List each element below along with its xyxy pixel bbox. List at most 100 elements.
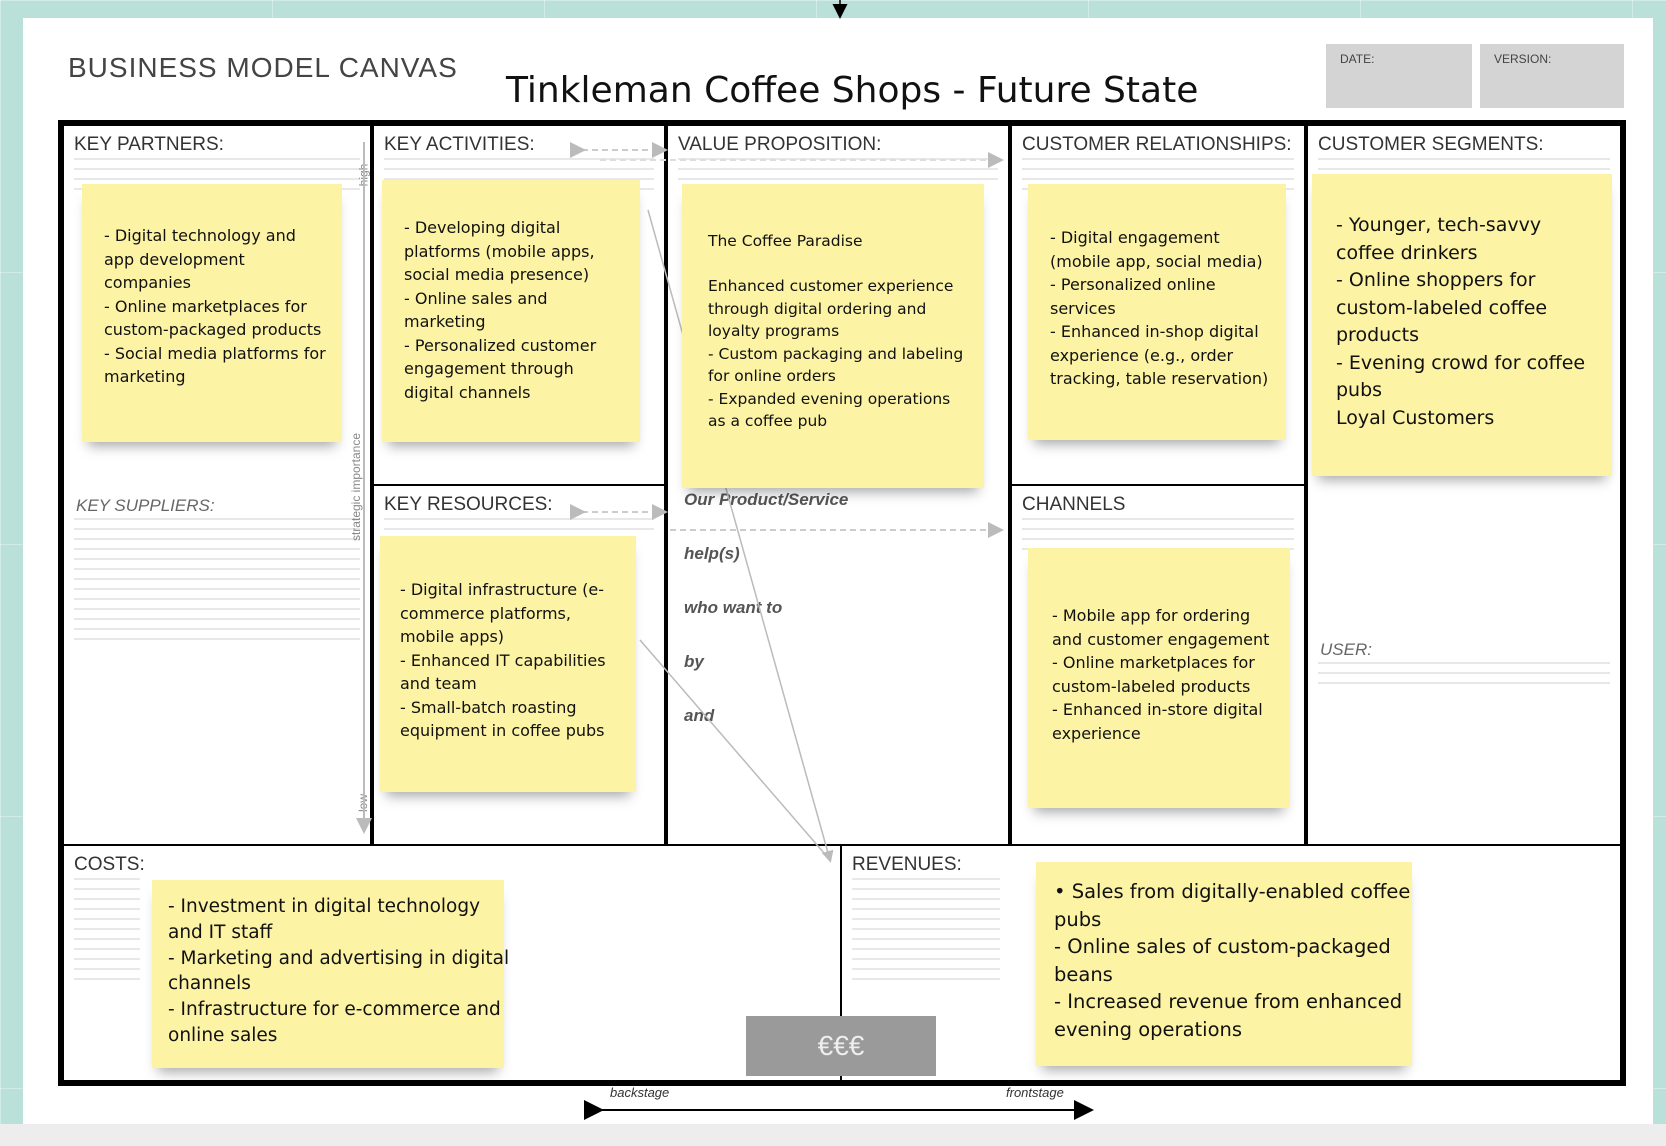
note-line: marketing xyxy=(404,312,486,331)
note-line: engagement through xyxy=(404,359,574,378)
note-line: products xyxy=(1336,324,1419,346)
note-line: digital channels xyxy=(404,382,531,402)
vp-who-want-to: who want to xyxy=(684,598,783,617)
customer-segments-title: CUSTOMER SEGMENTS: xyxy=(1318,134,1544,155)
note-line: - Online marketplaces for xyxy=(104,296,307,316)
frontstage-label: frontstage xyxy=(1006,1085,1064,1100)
importance-high-label: high xyxy=(356,163,371,187)
note-line: - Evening crowd for coffee xyxy=(1336,351,1586,374)
note-line: - Online marketplaces for xyxy=(1052,653,1255,672)
backstage-label: backstage xyxy=(610,1085,670,1100)
sticky-note-customer-segments[interactable]: - Younger, tech-savvy coffee drinkers - … xyxy=(1312,174,1612,476)
note-line: coffee drinkers xyxy=(1336,241,1478,264)
note-line xyxy=(708,253,970,276)
note-line: - Online sales of custom-packaged xyxy=(1054,935,1391,958)
note-line: platforms (mobile apps, xyxy=(404,241,595,261)
note-line: online sales xyxy=(168,1024,278,1046)
key-partners-title: KEY PARTNERS: xyxy=(74,134,224,155)
note-line: Enhanced customer experience xyxy=(708,277,954,295)
note-line: - Digital technology and xyxy=(104,226,296,245)
note-line: - Investment in digital technology xyxy=(168,896,481,917)
note-line: experience (e.g., order xyxy=(1050,345,1234,365)
note-line: pubs xyxy=(1054,907,1102,931)
date-box[interactable]: DATE: xyxy=(1326,44,1472,108)
note-line: - Infrastructure for e-commerce and xyxy=(168,999,501,1021)
canvas-label: BUSINESS MODEL CANVAS xyxy=(68,52,458,83)
note-line: - Online sales and xyxy=(404,288,548,308)
sticky-note-key-resources[interactable]: - Digital infrastructure (e- commerce pl… xyxy=(380,536,636,792)
note-line: pubs xyxy=(1336,379,1383,401)
note-line: commerce platforms, xyxy=(400,603,571,623)
key-activities-title: KEY ACTIVITIES: xyxy=(384,134,535,155)
note-line: channels xyxy=(168,973,251,995)
note-line: custom-packaged products xyxy=(104,320,322,339)
note-line: - Custom packaging and labeling xyxy=(708,344,964,363)
note-line: marketing xyxy=(104,367,186,386)
note-line: and team xyxy=(400,674,477,693)
note-line: Loyal Customers xyxy=(1336,406,1495,429)
note-line: - Small-batch roasting xyxy=(400,697,577,717)
key-resources-hint xyxy=(384,518,654,538)
sticky-note-costs[interactable]: - Investment in digital technology and I… xyxy=(152,880,510,1068)
user-title: USER: xyxy=(1320,640,1372,659)
importance-axis-label: strategic importance xyxy=(349,432,364,542)
note-line: services xyxy=(1050,298,1116,318)
key-suppliers-title: KEY SUPPLIERS: xyxy=(76,496,215,515)
sticky-note-customer-relationships[interactable]: - Digital engagement (mobile app, social… xyxy=(1028,184,1286,440)
note-line: and customer engagement xyxy=(1052,629,1270,649)
note-line: app development xyxy=(104,249,245,269)
note-line: for online orders xyxy=(708,367,836,385)
key-suppliers-hint xyxy=(74,518,360,648)
vp-helps: help(s) xyxy=(684,544,740,563)
costs-hint xyxy=(74,878,140,988)
note-line: - Marketing and advertising in digital xyxy=(168,947,510,969)
user-hint xyxy=(1318,662,1610,692)
sticky-note-revenues[interactable]: • Sales from digitally-enabled coffee pu… xyxy=(1036,862,1412,1066)
note-line: - Expanded evening operations xyxy=(708,389,951,408)
bottom-strip xyxy=(0,1124,1666,1146)
note-line: - Mobile app for ordering xyxy=(1052,606,1251,625)
note-line: - Enhanced IT capabilities xyxy=(400,650,606,670)
note-line: experience xyxy=(1052,723,1141,743)
date-label: DATE: xyxy=(1340,52,1375,66)
sticky-note-value-proposition[interactable]: The Coffee Paradise Enhanced customer ex… xyxy=(682,184,984,488)
costs-title: COSTS: xyxy=(74,854,145,875)
version-box[interactable]: VERSION: xyxy=(1480,44,1624,108)
key-resources-title: KEY RESOURCES: xyxy=(384,494,553,515)
currency-symbol-box: €€€ xyxy=(746,1016,936,1076)
note-line: custom-labeled coffee xyxy=(1336,296,1548,319)
vp-and: and xyxy=(684,706,715,725)
note-line: custom-labeled products xyxy=(1052,676,1251,696)
note-line: - Enhanced in-store digital xyxy=(1052,700,1263,719)
note-line: through digital ordering and xyxy=(708,299,927,318)
value-proposition-hint xyxy=(678,158,998,180)
note-line: beans xyxy=(1054,962,1113,986)
note-line: evening operations xyxy=(1054,1017,1243,1041)
note-line: - Online shoppers for xyxy=(1336,269,1536,291)
sticky-note-key-partners[interactable]: - Digital technology and app development… xyxy=(82,184,342,442)
note-line: - Digital infrastructure (e- xyxy=(400,580,604,599)
note-line: equipment in coffee pubs xyxy=(400,721,605,740)
note-line: and IT staff xyxy=(168,921,273,943)
revenues-title: REVENUES: xyxy=(852,854,962,875)
note-line: social media presence) xyxy=(404,265,590,284)
note-line: as a coffee pub xyxy=(708,412,828,430)
revenues-hint xyxy=(852,878,1000,988)
note-line: - Social media platforms for xyxy=(104,343,326,363)
channels-title: CHANNELS xyxy=(1022,494,1126,515)
note-line: • Sales from digitally-enabled coffee xyxy=(1054,880,1411,903)
note-line: mobile apps) xyxy=(400,627,505,646)
note-line: - Enhanced in-shop digital xyxy=(1050,322,1259,341)
sticky-note-key-activities[interactable]: - Developing digital platforms (mobile a… xyxy=(382,180,640,442)
sticky-note-channels[interactable]: - Mobile app for ordering and customer e… xyxy=(1028,548,1290,808)
vp-product-service: Our Product/Service xyxy=(684,490,849,509)
page-title[interactable]: Tinkleman Coffee Shops - Future State xyxy=(506,70,1198,111)
note-line: - Developing digital xyxy=(404,218,561,237)
importance-low-label: low xyxy=(356,793,371,813)
vp-by: by xyxy=(684,652,704,671)
note-line: The Coffee Paradise xyxy=(708,232,863,250)
note-line: - Digital engagement xyxy=(1050,228,1220,247)
note-line: (mobile app, social media) xyxy=(1050,251,1263,271)
note-line: loyalty programs xyxy=(708,322,840,340)
customer-relationships-title: CUSTOMER RELATIONSHIPS: xyxy=(1022,134,1292,155)
